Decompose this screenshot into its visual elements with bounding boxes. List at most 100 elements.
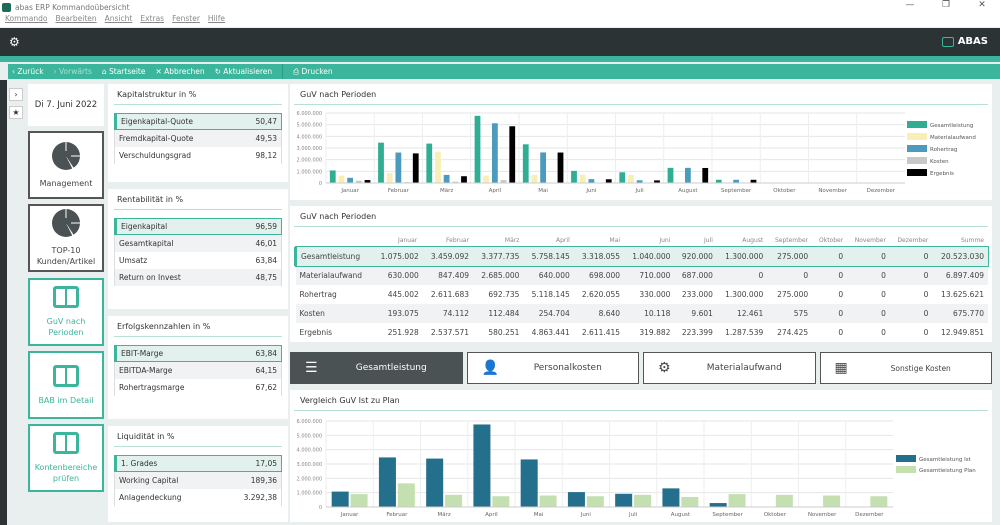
kpi-row[interactable]: Gesamtkapital 46,01 bbox=[114, 235, 282, 252]
table-cell: 0 bbox=[881, 271, 886, 280]
tile-label: BAB im Detail bbox=[38, 395, 94, 405]
table-row[interactable]: Kosten 193.075 74.112 112.484 254.704 8.640 10… bbox=[295, 304, 988, 323]
table-cell: 4.863.441 bbox=[531, 328, 570, 337]
kpi-row[interactable]: Umsatz 63,84 bbox=[114, 252, 282, 269]
table-cell: 920.000 bbox=[681, 252, 713, 261]
gesamtleistung-button[interactable]: ☰ Gesamtleistung bbox=[290, 352, 463, 384]
legend-swatch bbox=[907, 121, 927, 128]
tile-guv[interactable]: GuV nach Perioden bbox=[28, 278, 104, 346]
table-cell: Kosten bbox=[299, 309, 325, 318]
materialaufwand-button[interactable]: ⚙ Materialaufwand bbox=[643, 352, 816, 384]
tile-kontenbereiche[interactable]: Kontenbereiche prüfen bbox=[28, 424, 104, 492]
column-header[interactable]: Februar bbox=[423, 233, 473, 247]
kpi-label: EBITDA-Marge bbox=[119, 366, 173, 375]
column-header[interactable]: Juli bbox=[674, 233, 717, 247]
bar-ergebnis bbox=[702, 167, 709, 183]
forward-button[interactable]: › Vorwärts bbox=[54, 67, 92, 76]
table-row[interactable]: Gesamtleistung 1.075.002 3.459.092 3.377.73… bbox=[294, 246, 989, 267]
menu-ansicht[interactable]: Ansicht bbox=[105, 14, 133, 27]
column-header[interactable]: September bbox=[767, 233, 812, 247]
table-cell: 692.735 bbox=[488, 290, 520, 299]
table-row[interactable]: Rohertrag 445.002 2.611.683 692.735 5.118.14… bbox=[296, 285, 989, 304]
kpi-value: 96,59 bbox=[255, 222, 277, 231]
menu-extras[interactable]: Extras bbox=[140, 14, 164, 27]
minimize-button[interactable]: — bbox=[892, 0, 928, 10]
menu-fenster[interactable]: Fenster bbox=[172, 14, 200, 27]
legend-swatch bbox=[907, 169, 927, 176]
kpi-row[interactable]: Working Capital 189,36 bbox=[114, 472, 282, 489]
kpi-row[interactable]: Verschuldungsgrad 98,12 bbox=[114, 147, 282, 164]
maximize-button[interactable]: ❐ bbox=[928, 0, 964, 10]
x-tick-label: September bbox=[712, 512, 743, 518]
bar-rohertrag bbox=[684, 167, 691, 183]
star-icon[interactable]: ★ bbox=[9, 106, 23, 119]
column-header[interactable]: Juni bbox=[624, 233, 674, 247]
cancel-button[interactable]: ✕ Abbrechen bbox=[156, 67, 205, 76]
column-header[interactable]: Januar bbox=[372, 233, 422, 247]
table-cell: 275.000 bbox=[777, 290, 809, 299]
list-icon: ☰ bbox=[305, 360, 318, 376]
column-header[interactable]: Dezember bbox=[890, 233, 932, 247]
column-header[interactable] bbox=[296, 233, 373, 247]
personalkosten-button[interactable]: 👤 Personalkosten bbox=[466, 352, 639, 384]
back-button[interactable]: ‹ Zurück bbox=[12, 67, 44, 76]
kpi-value: 3.292,38 bbox=[243, 493, 277, 502]
tile-top10[interactable]: TOP-10 Kunden/Artikel bbox=[28, 204, 104, 272]
kpi-row[interactable]: Eigenkapital-Quote 50,47 bbox=[114, 113, 282, 130]
guv-chart-panel: GuV nach Perioden 0 1.000.000 2.000.000 3.0… bbox=[290, 84, 992, 200]
kpi-row[interactable]: 1. Grades 17,05 bbox=[114, 455, 282, 472]
kpi-value: 48,75 bbox=[255, 273, 277, 282]
table-row[interactable]: Materialaufwand 630.000 847.409 2.685.000 64… bbox=[295, 266, 988, 285]
bar-gesamtleistung-plan bbox=[870, 496, 888, 507]
column-header[interactable]: Summe bbox=[932, 233, 988, 247]
kpi-row[interactable]: EBITDA-Marge 64,15 bbox=[114, 362, 282, 379]
home-button[interactable]: ⌂ Startseite bbox=[102, 67, 146, 76]
column-header[interactable]: Oktober bbox=[812, 233, 847, 247]
tile-label: GuV nach Perioden bbox=[46, 317, 86, 337]
table-cell: 275.000 bbox=[777, 252, 809, 261]
guv-bar-chart: 0 1.000.000 2.000.000 3.000.000 4.000.000 5.0… bbox=[297, 111, 976, 194]
kpi-row[interactable]: Fremdkapital-Quote 49,53 bbox=[114, 130, 282, 147]
x-tick-label: Januar bbox=[340, 188, 359, 194]
column-header[interactable]: April bbox=[523, 233, 573, 247]
kpi-value: 67,62 bbox=[255, 383, 277, 392]
y-tick-label: 2.000.000 bbox=[297, 158, 322, 164]
legend-swatch bbox=[896, 455, 916, 462]
table-cell: Materialaufwand bbox=[299, 271, 363, 280]
column-header[interactable]: August bbox=[717, 233, 767, 247]
menu-kommando[interactable]: Kommando bbox=[5, 14, 47, 27]
table-row[interactable]: Ergebnis 251.928 2.537.571 580.251 4.863.441… bbox=[296, 323, 989, 342]
table-cell: 0 bbox=[881, 252, 886, 261]
app-icon bbox=[2, 2, 11, 12]
menu-bearbeiten[interactable]: Bearbeiten bbox=[55, 14, 96, 27]
bar-gesamtleistung-ist bbox=[567, 492, 585, 507]
table-cell: 12.461 bbox=[736, 309, 764, 318]
kpi-row[interactable]: Eigenkapital 96,59 bbox=[114, 218, 282, 235]
x-tick-label: Januar bbox=[340, 512, 359, 518]
close-button[interactable]: ✕ bbox=[964, 0, 1000, 10]
gear-icon[interactable]: ⚙ bbox=[9, 35, 20, 49]
kpi-panel: Liquidität in % 1. Grades 17,05 Working Cap… bbox=[108, 426, 288, 522]
column-header[interactable]: März bbox=[473, 233, 523, 247]
sonstige-kosten-button[interactable]: ▦ Sonstige Kosten bbox=[819, 352, 992, 384]
bar-ergebnis bbox=[557, 152, 564, 183]
table-cell: Rohertrag bbox=[299, 290, 337, 299]
expand-icon[interactable]: › bbox=[9, 88, 23, 101]
column-header[interactable]: November bbox=[847, 233, 890, 247]
y-tick-label: 0 bbox=[319, 181, 322, 187]
tile-bab[interactable]: BAB im Detail bbox=[28, 351, 104, 419]
kpi-row[interactable]: EBIT-Marge 63,84 bbox=[114, 345, 282, 362]
refresh-button[interactable]: ↻ Aktualisieren bbox=[215, 67, 273, 76]
print-button[interactable]: ⎙ Drucken bbox=[293, 67, 333, 77]
kpi-row[interactable]: Rohertragsmarge 67,62 bbox=[114, 379, 282, 396]
column-header[interactable]: Mai bbox=[574, 233, 624, 247]
table-cell: 9.601 bbox=[691, 309, 713, 318]
bar-gesamtleistung-plan bbox=[586, 496, 604, 507]
tile-management[interactable]: Management bbox=[28, 131, 104, 199]
x-tick-label: Dezember bbox=[855, 512, 884, 518]
bar-gesamtleistung-ist bbox=[378, 457, 396, 507]
menu-hilfe[interactable]: Hilfe bbox=[208, 14, 225, 27]
kpi-row[interactable]: Return on Invest 48,75 bbox=[114, 269, 282, 286]
kpi-row[interactable]: Anlagendeckung 3.292,38 bbox=[114, 489, 282, 506]
table-cell: 1.300.000 bbox=[725, 290, 764, 299]
